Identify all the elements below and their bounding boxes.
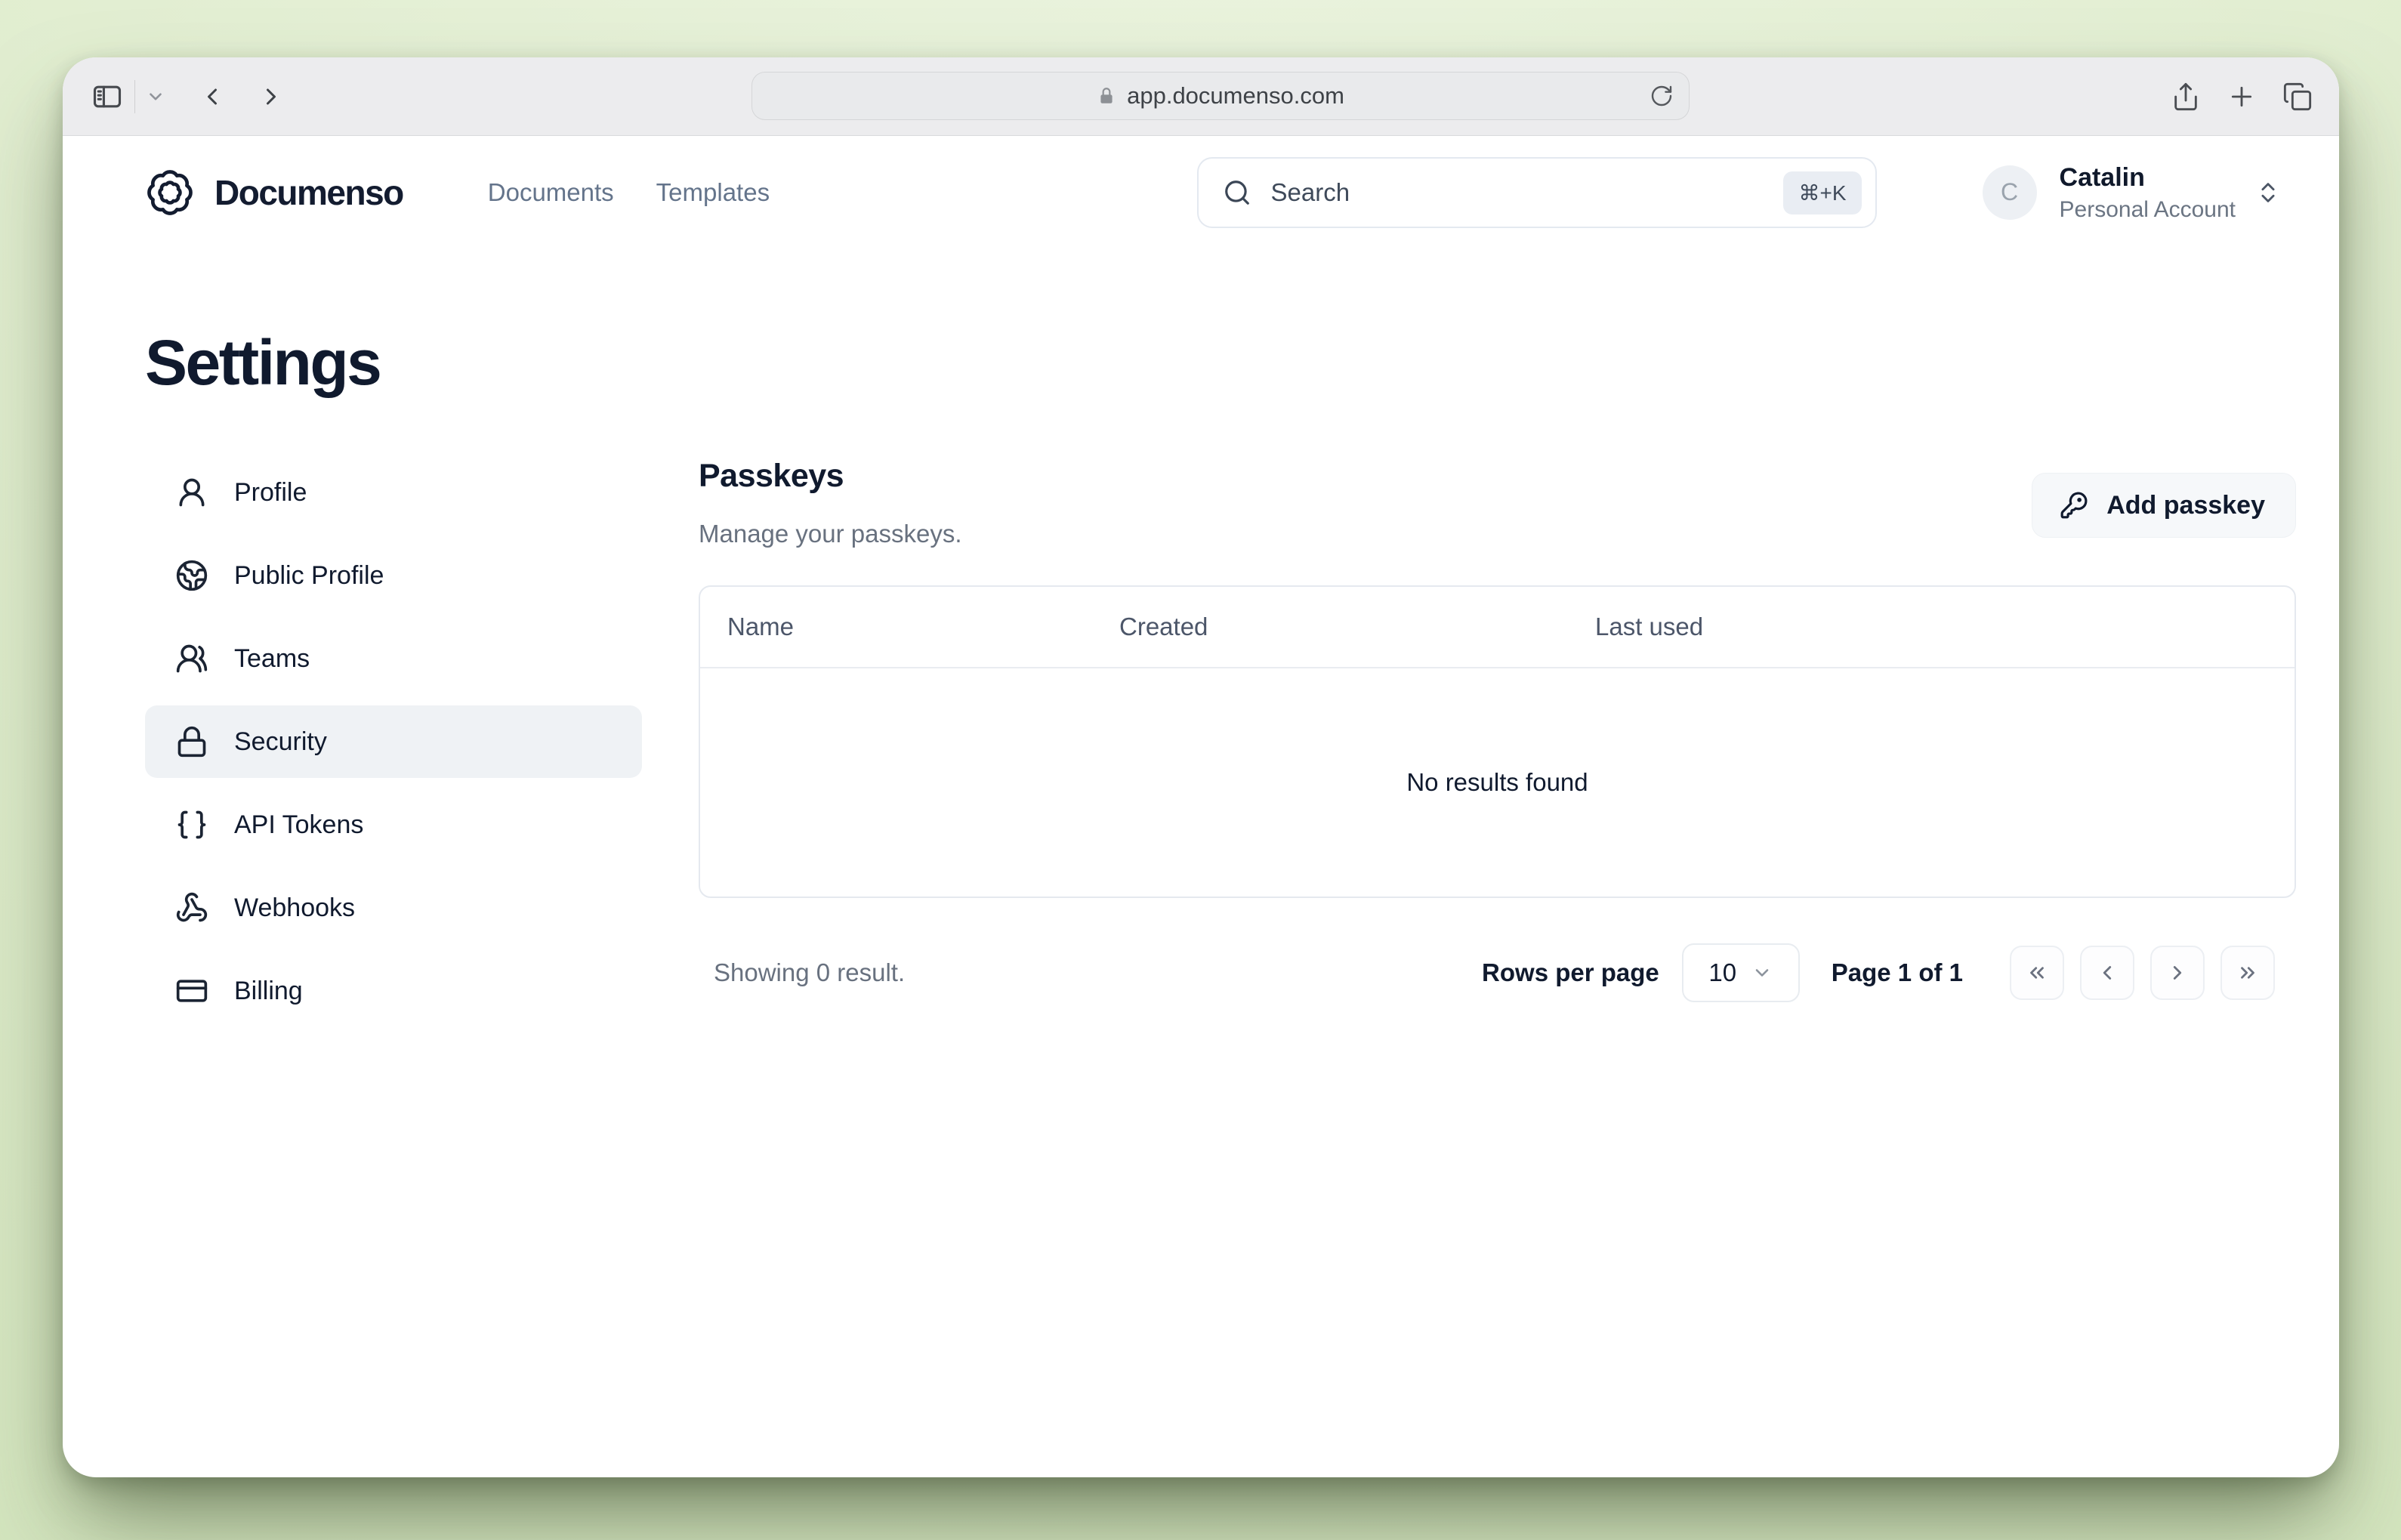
lock-icon xyxy=(1097,86,1116,106)
chevron-down-icon[interactable] xyxy=(146,87,165,106)
chevrons-left-icon xyxy=(2026,961,2048,984)
empty-state-text: No results found xyxy=(1406,768,1588,797)
sidebar-item-webhooks[interactable]: Webhooks xyxy=(145,872,642,944)
first-page-button[interactable] xyxy=(2010,946,2064,1000)
nav-documents[interactable]: Documents xyxy=(488,178,614,207)
back-icon[interactable] xyxy=(199,83,226,110)
documenso-logo-icon xyxy=(145,168,195,218)
globe-icon xyxy=(175,559,208,592)
table-empty-state: No results found xyxy=(700,668,2295,897)
user-icon xyxy=(175,476,208,509)
url-text: app.documenso.com xyxy=(1127,82,1344,110)
sidebar-item-label: Security xyxy=(234,727,327,757)
reload-icon[interactable] xyxy=(1650,84,1674,108)
table-footer: Showing 0 result. Rows per page 10 Page … xyxy=(699,943,2296,1002)
search-shortcut-badge: ⌘+K xyxy=(1783,171,1861,214)
sidebar-item-api-tokens[interactable]: API Tokens xyxy=(145,789,642,861)
credit-card-icon xyxy=(175,974,208,1008)
table-header-row: Name Created Last used xyxy=(700,587,2295,668)
next-page-button[interactable] xyxy=(2150,946,2205,1000)
rows-per-page-value: 10 xyxy=(1708,958,1736,987)
sidebar-item-label: Profile xyxy=(234,478,307,508)
braces-icon xyxy=(175,808,208,841)
sidebar-item-profile[interactable]: Profile xyxy=(145,456,642,529)
account-menu[interactable]: C Catalin Personal Account xyxy=(1983,162,2281,224)
search-icon xyxy=(1223,178,1251,207)
column-header-last-used: Last used xyxy=(1595,613,2295,641)
passkeys-table: Name Created Last used No results found xyxy=(699,585,2296,898)
sidebar-item-label: Public Profile xyxy=(234,561,384,591)
sidebar-toggle-icon[interactable] xyxy=(91,80,124,113)
main-nav: Documents Templates xyxy=(488,178,770,207)
sidebar-item-label: Teams xyxy=(234,644,310,674)
passkeys-panel: Passkeys Manage your passkeys. Add passk… xyxy=(699,456,2296,1002)
brand-name: Documenso xyxy=(214,172,403,213)
rows-per-page-label: Rows per page xyxy=(1482,958,1659,987)
chevron-right-icon xyxy=(2166,961,2189,984)
brand-logo[interactable]: Documenso xyxy=(145,168,403,218)
chevrons-right-icon xyxy=(2236,961,2259,984)
sidebar-item-billing[interactable]: Billing xyxy=(145,955,642,1027)
column-header-created: Created xyxy=(1119,613,1595,641)
add-passkey-label: Add passkey xyxy=(2106,491,2265,520)
forward-icon[interactable] xyxy=(258,83,285,110)
chevron-left-icon xyxy=(2096,961,2119,984)
toolbar-divider xyxy=(134,80,135,113)
page-title: Settings xyxy=(145,329,2339,396)
account-type: Personal Account xyxy=(2060,197,2236,223)
search-placeholder: Search xyxy=(1271,178,1764,207)
add-passkey-button[interactable]: Add passkey xyxy=(2032,473,2296,538)
tabs-overview-icon[interactable] xyxy=(2282,82,2313,112)
webhook-icon xyxy=(175,891,208,924)
address-bar[interactable]: app.documenso.com xyxy=(751,72,1690,120)
results-summary: Showing 0 result. xyxy=(714,958,905,987)
account-name: Catalin xyxy=(2060,162,2236,193)
chevrons-up-down-icon xyxy=(2255,180,2281,205)
chevron-down-icon xyxy=(1751,962,1773,983)
sidebar-item-security[interactable]: Security xyxy=(145,705,642,778)
column-header-name: Name xyxy=(700,613,1119,641)
key-icon xyxy=(2060,491,2088,520)
page-indicator: Page 1 of 1 xyxy=(1832,958,1963,987)
sidebar-item-label: Billing xyxy=(234,977,303,1006)
nav-templates[interactable]: Templates xyxy=(656,178,770,207)
browser-window: app.documenso.com xyxy=(63,57,2339,1477)
sidebar-item-label: Webhooks xyxy=(234,893,355,923)
new-tab-icon[interactable] xyxy=(2227,82,2257,112)
previous-page-button[interactable] xyxy=(2080,946,2134,1000)
last-page-button[interactable] xyxy=(2220,946,2275,1000)
sidebar-item-label: API Tokens xyxy=(234,810,363,840)
search-input[interactable]: Search ⌘+K xyxy=(1197,157,1877,228)
sidebar-item-public-profile[interactable]: Public Profile xyxy=(145,539,642,612)
app-header: Documenso Documents Templates Search ⌘+K… xyxy=(63,136,2339,249)
avatar: C xyxy=(1983,165,2037,220)
browser-toolbar: app.documenso.com xyxy=(63,57,2339,136)
settings-sidebar: Profile Public Profile xyxy=(145,456,642,1027)
users-icon xyxy=(175,642,208,675)
share-icon[interactable] xyxy=(2171,82,2201,112)
lock-icon xyxy=(175,725,208,758)
sidebar-item-teams[interactable]: Teams xyxy=(145,622,642,695)
rows-per-page-select[interactable]: 10 xyxy=(1682,943,1800,1002)
